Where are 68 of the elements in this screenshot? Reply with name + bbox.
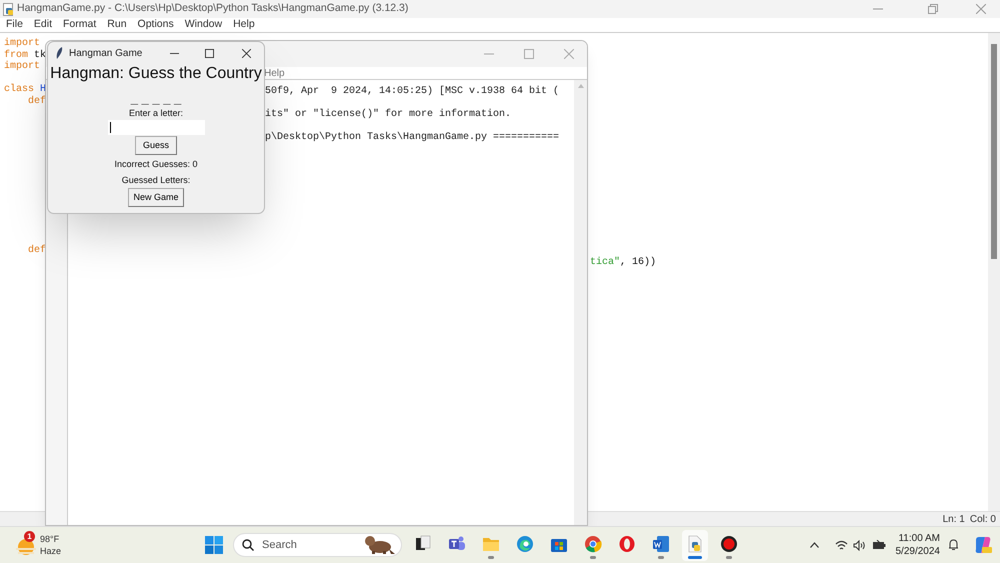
shell-output-line: its" or "license()" for more information.	[265, 109, 512, 120]
scrollbar-thumb[interactable]	[991, 44, 997, 259]
folder-icon	[482, 535, 500, 553]
search-placeholder: Search	[262, 538, 298, 553]
temperature-text: 98°F	[40, 533, 60, 545]
running-indicator	[488, 556, 494, 559]
python-file-icon	[686, 535, 704, 553]
code-line: from tk	[4, 50, 46, 60]
column-number-status: Col: 0	[970, 512, 996, 526]
maximize-icon[interactable]	[205, 48, 214, 58]
incorrect-guesses-label: Incorrect Guesses: 0	[114, 158, 198, 171]
code-line: class H	[4, 84, 46, 95]
new-game-button[interactable]: New Game	[128, 188, 184, 207]
menu-item[interactable]: Edit	[34, 17, 52, 33]
menu-item[interactable]: Options	[138, 17, 174, 33]
copilot-icon[interactable]	[974, 536, 992, 554]
word-icon	[652, 535, 670, 553]
running-indicator	[688, 556, 702, 559]
chrome-icon	[584, 535, 602, 553]
prompt-label: Enter a letter:	[128, 107, 184, 119]
clock[interactable]: 11:00 AM 5/29/2024	[896, 532, 940, 558]
code-line: import	[4, 38, 40, 49]
battery-icon[interactable]	[872, 540, 886, 550]
opera-icon	[618, 535, 636, 553]
search-icon	[242, 539, 254, 551]
close-icon[interactable]	[242, 48, 251, 58]
running-indicator	[726, 556, 732, 559]
scrollbar[interactable]	[574, 80, 587, 525]
animal-icon	[363, 535, 395, 555]
scrollbar[interactable]	[988, 33, 1000, 511]
code-line: def	[27, 96, 46, 106]
guess-button[interactable]: Guess	[134, 136, 177, 155]
weather-icon[interactable]	[15, 538, 37, 556]
menu-item[interactable]: Help	[233, 17, 255, 33]
feather-icon	[56, 47, 63, 59]
shell-output-line: 50f9, Apr 9 2024, 14:05:25) [MSC v.1938 64 bit (	[265, 86, 560, 98]
menu-item[interactable]: Help	[264, 66, 285, 80]
menu-item[interactable]: Format	[63, 17, 96, 33]
start-icon[interactable]	[205, 536, 223, 554]
speaker-icon[interactable]	[852, 540, 864, 550]
task-view-icon	[414, 535, 432, 553]
shell-output-line: p\Desktop\Python Tasks\HangmanGame.py ===========	[265, 132, 560, 144]
running-indicator	[590, 556, 596, 559]
menu-item[interactable]: Run	[107, 17, 127, 33]
code-line: def	[27, 245, 46, 256]
chevron-up-icon[interactable]	[810, 542, 818, 548]
python-file-icon	[3, 2, 14, 16]
notification-badge: 1	[24, 531, 35, 542]
letter-input[interactable]	[108, 120, 204, 135]
window-title: Hangman Game	[69, 46, 144, 60]
running-indicator	[658, 556, 664, 559]
code-line: import	[4, 61, 40, 72]
guessed-letters-label: Guessed Letters:	[122, 174, 190, 187]
line-number-status: Ln: 1	[942, 512, 965, 526]
teams-icon	[448, 535, 466, 553]
code-line: tica", 16))	[590, 256, 656, 268]
menu-item[interactable]: File	[6, 17, 23, 33]
wifi-icon[interactable]	[834, 540, 848, 550]
restore-icon[interactable]	[928, 4, 938, 14]
edge-icon	[516, 535, 534, 553]
game-heading: Hangman: Guess the Country	[50, 64, 262, 84]
search-field[interactable]: Search	[233, 533, 402, 557]
window-title: HangmanGame.py - C:\Users\Hp\Desktop\Python Tasks\HangmanGame.py (3.12.3)	[17, 1, 410, 16]
bell-icon[interactable]	[948, 539, 959, 551]
menu-item[interactable]: Window	[184, 17, 222, 33]
record-icon	[720, 535, 738, 553]
word-blanks: _ _ _ _ _	[130, 94, 182, 104]
weather-condition-text: Haze	[40, 545, 62, 557]
